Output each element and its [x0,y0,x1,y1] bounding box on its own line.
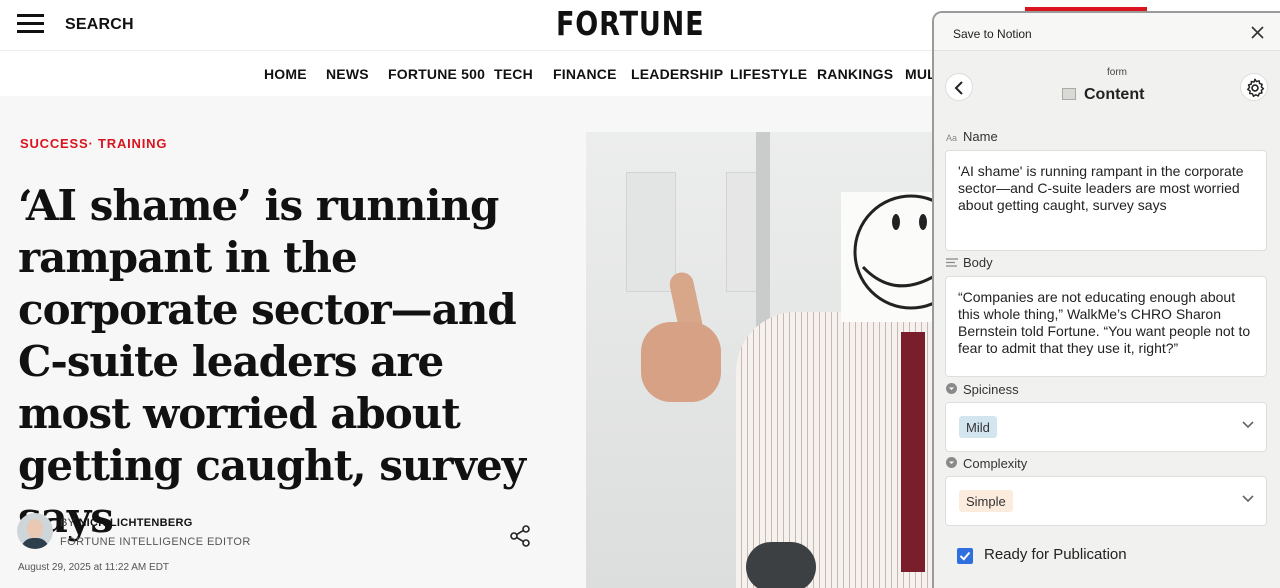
spiciness-label-text: Spiciness [963,382,1019,397]
complexity-tag: Simple [959,490,1013,512]
close-icon[interactable] [1251,26,1264,39]
panel-title: Save to Notion [953,27,1032,41]
name-input[interactable]: 'AI shame' is running rampant in the cor… [945,150,1267,251]
article-headline: ‘AI shame’ is running rampant in the cor… [18,181,526,542]
form-title-text: Content [1084,86,1145,103]
nav-item-finance[interactable]: FINANCE [553,66,617,82]
chevron-down-icon [1242,495,1254,503]
spiciness-tag: Mild [959,416,997,438]
author-name-link[interactable]: NICK LICHTENBERG [78,517,192,529]
smiley-face-sign [841,192,936,322]
author-avatar[interactable] [17,513,53,549]
nav-item-news[interactable]: NEWS [326,66,369,82]
share-icon[interactable] [508,524,532,548]
page-icon [1062,88,1076,100]
select-type-icon [946,457,960,470]
nav-item-tech[interactable]: TECH [494,66,533,82]
ready-for-publication-checkbox[interactable] [957,548,973,564]
ready-for-publication-label[interactable]: Ready for Publication [984,546,1127,563]
name-label-text: Name [963,129,998,144]
article-hero-image [586,132,936,588]
body-label-text: Body [963,255,993,270]
body-field-label: Body [946,255,993,270]
complexity-select[interactable]: Simple [945,476,1267,526]
body-input[interactable]: “Companies are not educating enough abou… [945,276,1267,377]
menu-icon[interactable] [17,14,44,34]
kicker-separator: · [88,136,94,151]
select-type-icon [946,383,960,396]
kicker-section-link[interactable]: SUCCESS [20,136,88,151]
form-title: Content [1062,86,1144,104]
name-field-label: Aa Name [946,129,998,144]
nav-item-lifestyle[interactable]: LIFESTYLE [730,66,807,82]
nav-item-leadership[interactable]: LEADERSHIP [631,66,723,82]
save-to-notion-panel: Save to Notion form Content Aa Name 'AI s… [932,11,1280,588]
panel-header: Save to Notion [934,13,1280,51]
kicker-topic-link[interactable]: TRAINING [98,136,167,151]
spiciness-field-label: Spiciness [946,382,1019,397]
complexity-label-text: Complexity [963,456,1028,471]
article-kicker: SUCCESS· TRAINING [20,136,167,151]
nav-item-fortune-500[interactable]: FORTUNE 500 [388,66,485,82]
nav-item-rankings[interactable]: RANKINGS [817,66,893,82]
byline-prefix: BY [60,517,79,529]
chevron-down-icon [1242,421,1254,429]
nav-item-home[interactable]: HOME [264,66,307,82]
complexity-field-label: Complexity [946,456,1027,471]
gear-icon [1247,78,1265,97]
byline: BY NICK LICHTENBERG [60,517,193,529]
publish-date: August 29, 2025 at 11:22 AM EDT [18,562,170,573]
text-lines-icon [946,258,960,269]
checkmark-icon [959,551,971,561]
spiciness-select[interactable]: Mild [945,402,1267,452]
search-button[interactable]: SEARCH [65,16,134,34]
author-title: FORTUNE INTELLIGENCE EDITOR [60,536,251,548]
text-type-icon: Aa [946,133,958,143]
settings-button[interactable] [1240,73,1268,101]
form-type-label: form [1107,67,1127,78]
fortune-logo[interactable]: FORTUNE [556,4,704,43]
chevron-left-icon [954,81,963,95]
